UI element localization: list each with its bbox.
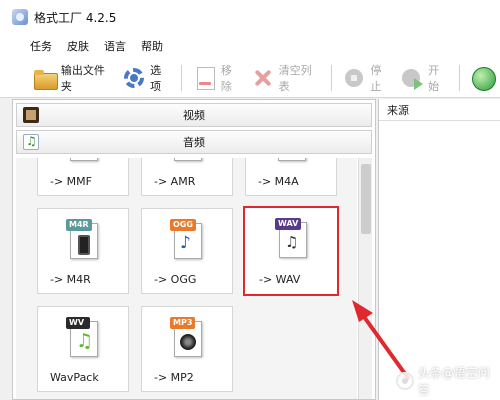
tile-wav[interactable]: WAV ♫ -> WAV xyxy=(243,206,339,296)
start-label: 开始 xyxy=(428,63,440,93)
wav-file-icon: WAV ♫ xyxy=(275,218,311,260)
options-button[interactable]: 选项 xyxy=(117,62,175,94)
output-folder-button[interactable]: 输出文件夹 xyxy=(28,62,117,94)
globe-icon xyxy=(470,65,496,91)
gear-icon xyxy=(121,65,146,91)
wavpack-tag: WV xyxy=(66,317,90,329)
clear-list-button[interactable]: 清空列表 xyxy=(246,62,325,94)
title-bar: 格式工厂 4.2.5 xyxy=(0,0,500,34)
start-icon xyxy=(399,65,424,91)
category-audio[interactable]: 音频 xyxy=(16,130,372,154)
watermark-text: 头条@悟空问答 xyxy=(417,366,490,397)
mmf-file-icon xyxy=(66,158,102,163)
tile-m4r-label: -> M4R xyxy=(50,273,91,286)
mp2-tag: MP3 xyxy=(170,317,196,329)
tile-wavpack[interactable]: WV ♫ WavPack xyxy=(37,306,129,392)
format-grid: -> MMF -> AMR ♪ -> M4A M4R -> M4R xyxy=(16,158,357,399)
tile-ogg-label: -> OGG xyxy=(154,273,197,286)
source-column-header[interactable]: 来源 xyxy=(379,99,500,121)
toolbar: 输出文件夹 选项 移除 清空列表 停止 开始 xyxy=(0,58,500,98)
window-title: 格式工厂 4.2.5 xyxy=(34,10,117,25)
speaker-file-icon: MP3 xyxy=(170,317,206,359)
options-label: 选项 xyxy=(150,63,162,93)
category-video[interactable]: 视频 xyxy=(16,103,372,127)
toolbar-divider xyxy=(181,64,183,91)
app-icon xyxy=(12,9,28,25)
wavpack-file-icon: WV ♫ xyxy=(66,317,102,359)
tile-wav-label: -> WAV xyxy=(259,273,301,286)
tile-m4r[interactable]: M4R -> M4R xyxy=(37,208,129,294)
amr-file-icon xyxy=(170,158,206,163)
watermark: 头条@悟空问答 xyxy=(396,366,500,397)
tile-m4a[interactable]: ♪ -> M4A xyxy=(245,158,337,196)
watermark-logo-icon xyxy=(396,372,414,390)
tile-mp2[interactable]: MP3 -> MP2 xyxy=(141,306,233,392)
category-video-label: 视频 xyxy=(183,109,205,122)
output-folder-label: 输出文件夹 xyxy=(60,63,105,93)
stop-label: 停止 xyxy=(370,63,382,93)
wav-tag: WAV xyxy=(275,218,302,230)
ogg-tag: OGG xyxy=(170,219,196,231)
tile-m4a-label: -> M4A xyxy=(258,175,299,188)
menu-language[interactable]: 语言 xyxy=(104,38,126,54)
music-file-icon xyxy=(23,134,39,150)
tile-ogg[interactable]: OGG ♪ -> OGG xyxy=(141,208,233,294)
m4r-tag: M4R xyxy=(66,219,92,231)
ogg-file-icon: OGG ♪ xyxy=(170,219,206,261)
folder-icon xyxy=(32,65,58,91)
left-edge xyxy=(0,99,12,400)
scrollbar-thumb[interactable] xyxy=(361,164,371,234)
tile-amr-label: -> AMR xyxy=(154,175,196,188)
remove-label: 移除 xyxy=(220,63,232,93)
menu-help[interactable]: 帮助 xyxy=(141,38,163,54)
phone-file-icon: M4R xyxy=(66,219,102,261)
menu-bar: 任务 皮肤 语言 帮助 xyxy=(0,34,500,58)
tile-wavpack-label: WavPack xyxy=(50,371,99,384)
clear-list-label: 清空列表 xyxy=(278,63,312,93)
format-panel: 视频 音频 -> MMF -> AMR ♪ -> M4A M4R xyxy=(12,99,376,400)
remove-button[interactable]: 移除 xyxy=(188,62,246,94)
menu-skin[interactable]: 皮肤 xyxy=(67,38,89,54)
toolbar-divider xyxy=(330,64,332,91)
stop-icon xyxy=(342,65,367,91)
film-icon xyxy=(23,107,39,123)
tile-amr[interactable]: -> AMR xyxy=(141,158,233,196)
start-button[interactable]: 开始 xyxy=(395,62,453,94)
category-audio-label: 音频 xyxy=(183,136,205,149)
task-list-panel: 来源 xyxy=(378,99,500,400)
menu-task[interactable]: 任务 xyxy=(30,38,52,54)
remove-file-icon xyxy=(192,65,217,91)
m4a-file-icon: ♪ xyxy=(274,158,310,163)
tile-mp2-label: -> MP2 xyxy=(154,371,194,384)
format-grid-scrollbar[interactable] xyxy=(358,158,372,399)
tile-mmf-label: -> MMF xyxy=(50,175,92,188)
clear-icon xyxy=(250,65,275,91)
globe-button[interactable] xyxy=(466,62,500,94)
tile-mmf[interactable]: -> MMF xyxy=(37,158,129,196)
toolbar-divider xyxy=(459,64,460,91)
stop-button[interactable]: 停止 xyxy=(338,62,396,94)
